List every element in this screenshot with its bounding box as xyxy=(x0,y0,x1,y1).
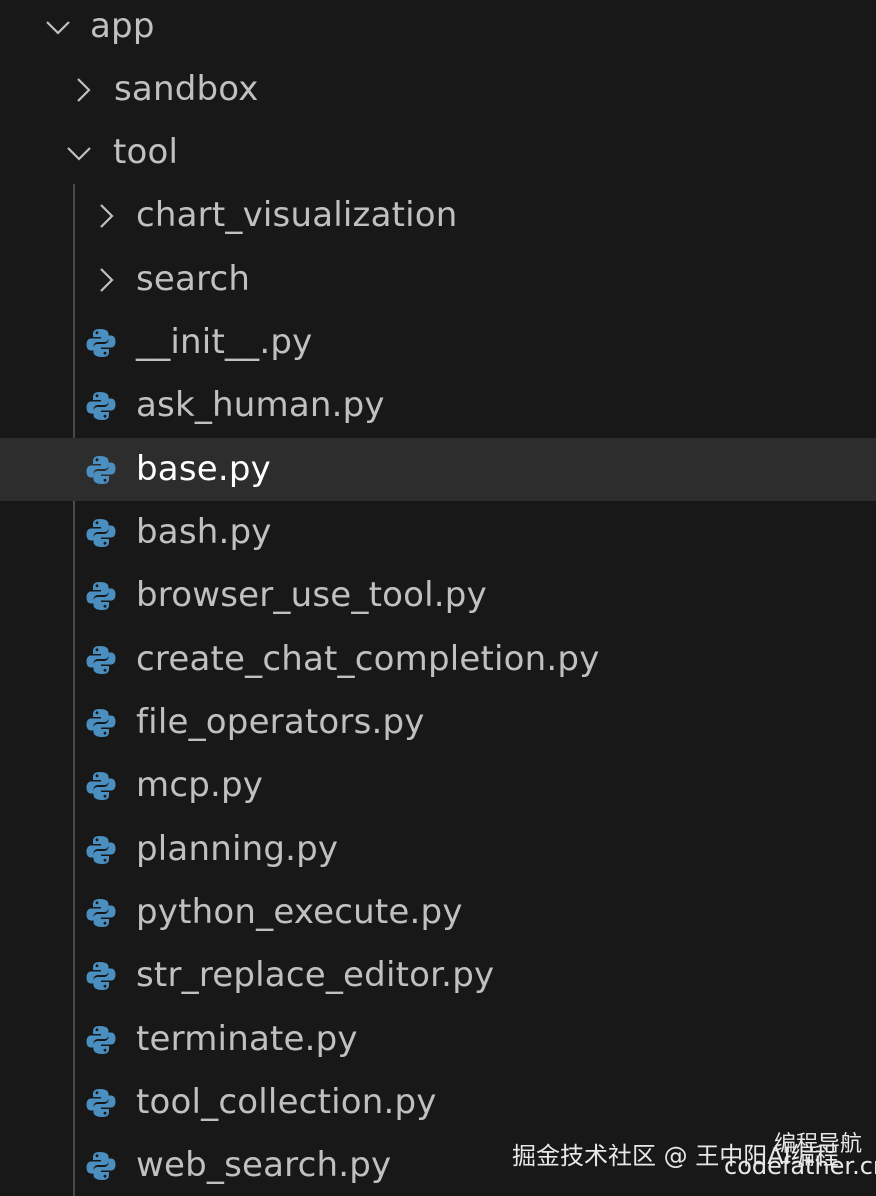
folder-app[interactable]: app xyxy=(0,0,876,58)
folder-chart-visualization[interactable]: chart_visualization xyxy=(0,184,876,247)
file-create-chat-completion[interactable]: create_chat_completion.py xyxy=(0,628,876,691)
python-icon xyxy=(84,833,118,867)
file-bash[interactable]: bash.py xyxy=(0,501,876,564)
folder-search[interactable]: search xyxy=(0,248,876,311)
folder-label: sandbox xyxy=(114,69,259,109)
python-icon xyxy=(84,1086,118,1120)
folder-label: app xyxy=(90,6,155,46)
file-label: python_execute.py xyxy=(136,892,463,932)
python-icon xyxy=(84,959,118,993)
file-terminate[interactable]: terminate.py xyxy=(0,1008,876,1071)
file-label: web_search.py xyxy=(136,1145,392,1185)
file-python-execute[interactable]: python_execute.py xyxy=(0,881,876,944)
python-icon xyxy=(84,579,118,613)
folder-tool[interactable]: tool xyxy=(0,121,876,184)
file-label: planning.py xyxy=(136,829,339,869)
python-icon xyxy=(84,1149,118,1183)
file-label: mcp.py xyxy=(136,765,264,805)
chevron-down-icon[interactable] xyxy=(43,12,73,42)
file-str-replace-editor[interactable]: str_replace_editor.py xyxy=(0,944,876,1007)
python-icon xyxy=(84,453,118,487)
file-label: tool_collection.py xyxy=(136,1082,437,1122)
file-label: browser_use_tool.py xyxy=(136,575,487,615)
file-explorer: app sandbox tool chart_visualization sea… xyxy=(0,0,876,1196)
file-label: bash.py xyxy=(136,512,272,552)
python-icon xyxy=(84,769,118,803)
file-label: terminate.py xyxy=(136,1019,358,1059)
python-icon xyxy=(84,1023,118,1057)
folder-label: tool xyxy=(113,132,179,172)
python-icon xyxy=(84,516,118,550)
file-mcp[interactable]: mcp.py xyxy=(0,754,876,817)
file-label: file_operators.py xyxy=(136,702,425,742)
file-init[interactable]: __init__.py xyxy=(0,311,876,374)
file-label: base.py xyxy=(136,449,271,489)
file-browser-use-tool[interactable]: browser_use_tool.py xyxy=(0,564,876,627)
chevron-down-icon[interactable] xyxy=(64,138,94,168)
folder-sandbox[interactable]: sandbox xyxy=(0,58,876,121)
file-label: create_chat_completion.py xyxy=(136,639,600,679)
file-file-operators[interactable]: file_operators.py xyxy=(0,691,876,754)
python-icon xyxy=(84,326,118,360)
folder-label: search xyxy=(136,259,251,299)
python-icon xyxy=(84,706,118,740)
folder-label: chart_visualization xyxy=(136,195,458,235)
file-tool-collection[interactable]: tool_collection.py xyxy=(0,1071,876,1134)
python-icon xyxy=(84,896,118,930)
python-icon xyxy=(84,389,118,423)
file-label: __init__.py xyxy=(136,322,313,362)
file-base[interactable]: base.py xyxy=(0,438,876,501)
watermark-text: codefather.cn xyxy=(724,1152,876,1180)
file-planning[interactable]: planning.py xyxy=(0,818,876,881)
chevron-right-icon[interactable] xyxy=(91,201,121,231)
file-ask-human[interactable]: ask_human.py xyxy=(0,374,876,437)
python-icon xyxy=(84,643,118,677)
file-label: ask_human.py xyxy=(136,385,385,425)
file-label: str_replace_editor.py xyxy=(136,955,495,995)
chevron-right-icon[interactable] xyxy=(68,75,98,105)
chevron-right-icon[interactable] xyxy=(91,265,121,295)
